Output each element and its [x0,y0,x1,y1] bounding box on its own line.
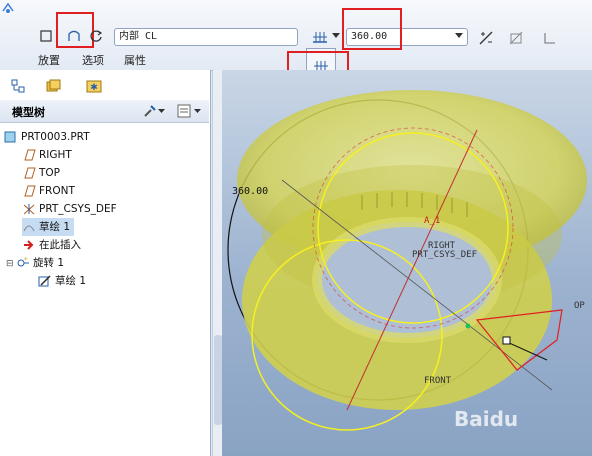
svg-text:✱: ✱ [90,83,98,93]
drag-handle[interactable] [502,336,511,345]
settings-list-icon[interactable] [174,101,194,121]
revolve-icon: * [16,256,30,269]
datum-plane-icon [22,167,36,179]
axis-field[interactable]: 内部 CL [114,28,298,46]
tab-placement[interactable]: 放置 [38,52,60,68]
part-icon [4,131,18,143]
tree-item-right[interactable]: RIGHT [22,146,72,164]
datum-plane-icon [22,149,36,161]
model-view: 360.00 A_1 RIGHT PRT_CSYS_DEF FRONT OP B… [227,90,587,431]
datum-plane-icon [22,185,36,197]
tab-properties[interactable]: 属性 [124,52,146,68]
sketch-icon [38,275,52,287]
datum-label-front: FRONT [424,376,452,386]
sketch-icon [22,221,36,233]
tree-item-top[interactable]: TOP [22,164,60,182]
refresh-icon[interactable] [86,26,106,46]
remove-material-icon[interactable] [506,28,526,48]
favorites-tab-icon[interactable]: ✱ [84,76,104,96]
solid-icon[interactable] [36,26,56,46]
graphics-window[interactable]: 360.00 A_1 RIGHT PRT_CSYS_DEF FRONT OP B… [222,70,592,456]
tree-item-sketch[interactable]: 草绘 1 [22,218,75,236]
model-tree-tab-icon[interactable] [8,76,28,96]
csys-icon [22,203,36,215]
navigator-panel: ✱ 模型树 PRT0003.PRT RIGHT TOP FRONT PRT_CS… [0,70,211,456]
tree-item-csys[interactable]: PRT_CSYS_DEF [22,200,117,218]
green-handle [465,323,471,329]
insert-here-icon [22,239,36,251]
chevron-down-icon[interactable] [156,101,166,121]
watermark: Baidu [454,407,518,431]
chevron-down-icon[interactable] [192,101,202,121]
navigator-tabs: ✱ [0,74,209,98]
tree-item-part[interactable]: PRT0003.PRT [4,128,90,146]
chevron-down-icon[interactable] [330,26,342,46]
tree-item-insert-here[interactable]: 在此插入 [22,236,81,254]
folder-browser-tab-icon[interactable] [44,76,64,96]
tree-item-revolve[interactable]: ⊟ * 旋转 1 [6,254,64,272]
tree-item-sketch-child[interactable]: 草绘 1 [38,272,86,290]
expand-icon[interactable]: ⊟ [6,255,16,273]
datum-label-csys: PRT_CSYS_DEF [412,250,477,260]
model-tree-header: 模型树 [0,100,209,123]
highlight-box-angle [342,8,402,50]
model-tree-title: 模型树 [12,106,45,119]
tree-item-front[interactable]: FRONT [22,182,75,200]
angle-type-icon[interactable] [310,26,330,46]
thicken-icon[interactable] [540,28,560,48]
app-icon [0,0,16,16]
tab-options[interactable]: 选项 [82,52,104,68]
datum-label-top: OP [574,301,585,311]
flip-direction-icon[interactable] [476,28,496,48]
chevron-down-icon[interactable] [452,28,466,44]
dimension-label: 360.00 [232,186,268,197]
scrollbar-thumb[interactable] [214,335,222,425]
axis-label-a1: A_1 [424,216,440,226]
svg-text:*: * [24,257,28,264]
